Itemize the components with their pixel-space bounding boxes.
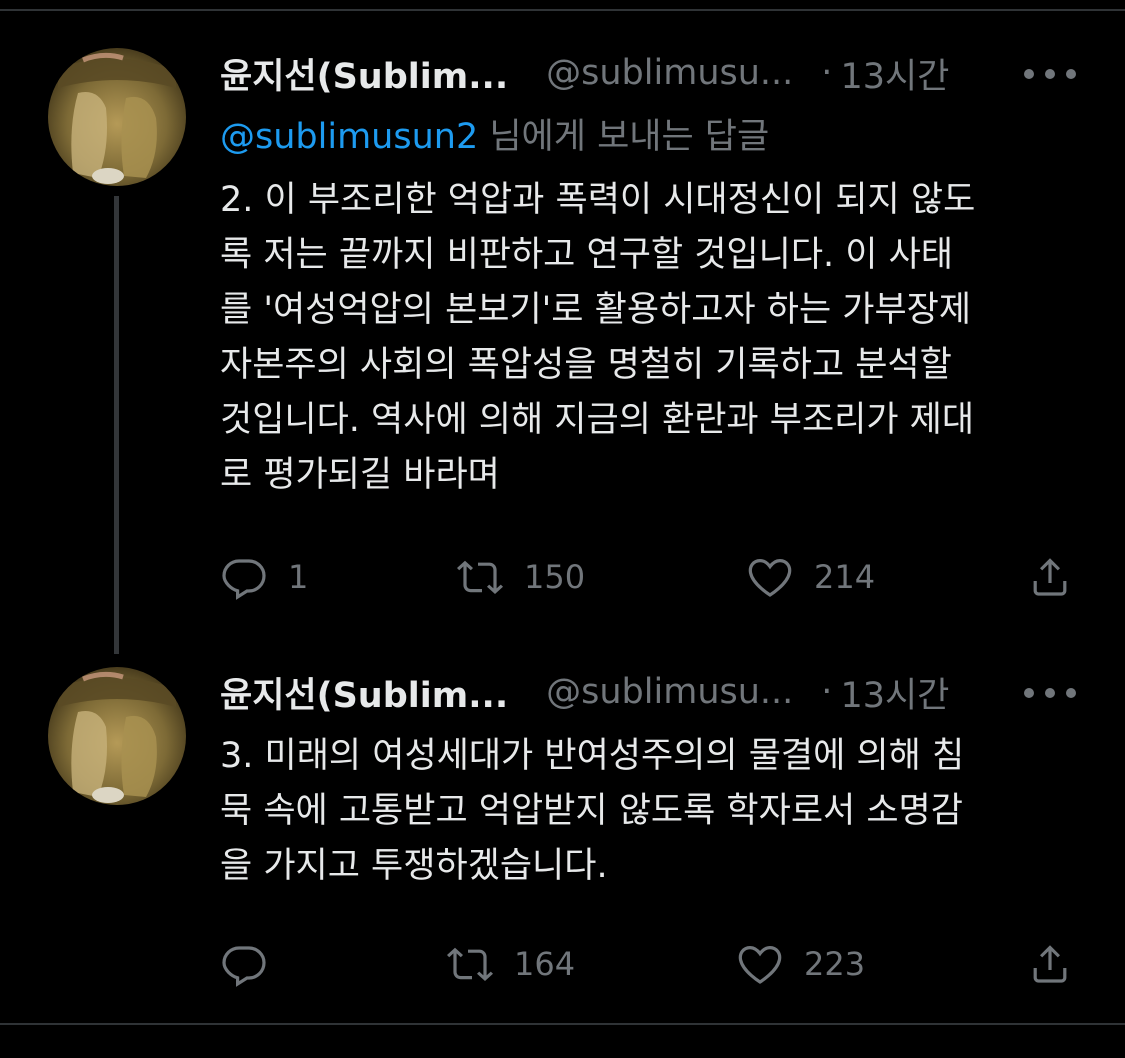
tweet-text: 2. 이 부조리한 억압과 폭력이 시대정신이 되지 않도 록 저는 끝까지 비… bbox=[220, 173, 1080, 503]
display-name[interactable]: 윤지선(Sublim... bbox=[220, 667, 508, 718]
separator-dot: · bbox=[821, 53, 833, 93]
like-icon bbox=[748, 558, 792, 597]
tweet-text-line: 2. 이 부조리한 억압과 폭력이 시대정신이 되지 않도 bbox=[220, 180, 976, 220]
separator-dot: · bbox=[821, 672, 833, 712]
user-handle[interactable]: @sublimusu... bbox=[546, 53, 793, 93]
tweet-header: 윤지선(Sublim... @sublimusu... · 13시간 bbox=[220, 48, 949, 98]
retweet-count: 150 bbox=[524, 558, 586, 596]
avatar[interactable] bbox=[48, 48, 186, 186]
tweet-text-line: 묵 속에 고통받고 억압받지 않도록 학자로서 소명감 bbox=[220, 791, 963, 831]
tweet-text: 3. 미래의 여성세대가 반여성주의의 물결에 의해 침 묵 속에 고통받고 억… bbox=[220, 729, 1080, 894]
reply-count: 1 bbox=[288, 558, 309, 596]
avatar-image bbox=[48, 48, 186, 186]
retweet-icon bbox=[447, 947, 493, 981]
top-divider bbox=[0, 9, 1125, 11]
retweet-button[interactable]: 164 bbox=[446, 939, 575, 989]
tweet-text-line: 자본주의 사회의 폭압성을 명철히 기록하고 분석할 bbox=[220, 345, 952, 385]
share-icon bbox=[1033, 558, 1067, 596]
mention-link[interactable]: @sublimusun2 bbox=[220, 117, 478, 157]
tweet-text-line: 것입니다. 역사에 의해 지금의 환란과 부조리가 제대 bbox=[220, 400, 975, 440]
tweet-text-line: 록 저는 끝까지 비판하고 연구할 것입니다. 이 사태 bbox=[220, 235, 954, 275]
tweet-header: 윤지선(Sublim... @sublimusu... · 13시간 bbox=[220, 667, 949, 717]
like-button[interactable]: 214 bbox=[746, 552, 875, 602]
retweet-button[interactable]: 150 bbox=[456, 552, 585, 602]
reply-button[interactable]: 1 bbox=[220, 552, 308, 602]
retweet-count: 164 bbox=[514, 945, 576, 983]
avatar[interactable] bbox=[48, 667, 186, 805]
reply-context-label: 님에게 보내는 답글 bbox=[478, 117, 770, 157]
timestamp[interactable]: 13시간 bbox=[840, 48, 949, 99]
reply-context: @sublimusun2 님에게 보내는 답글 bbox=[220, 108, 769, 159]
share-button[interactable] bbox=[1026, 939, 1074, 989]
thread-connector-line bbox=[114, 196, 119, 654]
bottom-divider bbox=[0, 1023, 1125, 1025]
avatar-image bbox=[48, 667, 186, 805]
more-icon[interactable] bbox=[1024, 681, 1076, 705]
retweet-icon bbox=[457, 560, 503, 594]
like-button[interactable]: 223 bbox=[736, 939, 865, 989]
display-name[interactable]: 윤지선(Sublim... bbox=[220, 48, 508, 99]
like-icon bbox=[738, 945, 782, 984]
reply-icon bbox=[222, 946, 266, 987]
action-bar: 164 223 bbox=[220, 939, 1080, 989]
user-handle[interactable]: @sublimusu... bbox=[546, 672, 793, 712]
like-count: 214 bbox=[814, 558, 876, 596]
reply-icon bbox=[222, 559, 266, 600]
share-icon bbox=[1033, 945, 1067, 983]
more-icon[interactable] bbox=[1024, 62, 1076, 86]
share-button[interactable] bbox=[1026, 552, 1074, 602]
action-bar: 1 150 214 bbox=[220, 552, 1080, 602]
tweet-text-line: 을 가지고 투쟁하겠습니다. bbox=[220, 846, 608, 886]
tweet-text-line: 3. 미래의 여성세대가 반여성주의의 물결에 의해 침 bbox=[220, 736, 965, 776]
like-count: 223 bbox=[804, 945, 866, 983]
tweet-text-line: 로 평가되길 바라며 bbox=[220, 455, 500, 495]
reply-button[interactable] bbox=[220, 939, 288, 989]
timestamp[interactable]: 13시간 bbox=[840, 667, 949, 718]
tweet-text-line: 를 '여성억압의 본보기'로 활용하고자 하는 가부장제 bbox=[220, 290, 972, 330]
